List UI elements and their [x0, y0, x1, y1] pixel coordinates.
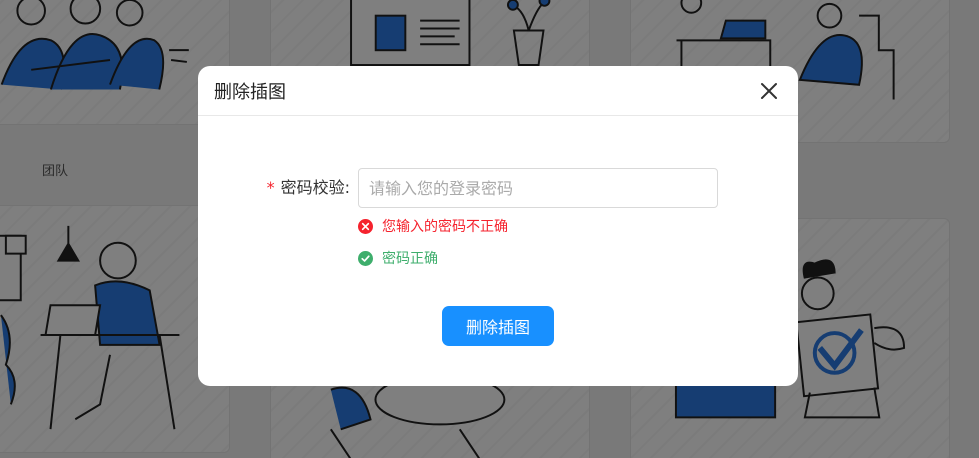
required-mark: *: [266, 178, 275, 197]
error-circle-icon: [358, 218, 373, 234]
success-message-text: 密码正确: [382, 251, 438, 267]
close-button[interactable]: [758, 80, 780, 102]
password-form-row: * 密码校验:: [198, 168, 798, 208]
success-message: 密码正确: [358, 248, 438, 268]
dialog-header: 删除插图: [198, 66, 798, 116]
delete-illustration-dialog: 删除插图 * 密码校验: 您输入的密码不正确 密码正确 删除插图: [198, 66, 798, 386]
close-icon: [761, 83, 777, 99]
dialog-title: 删除插图: [214, 81, 286, 103]
error-message-text: 您输入的密码不正确: [382, 219, 508, 235]
delete-illustration-button[interactable]: 删除插图: [442, 306, 554, 346]
password-input[interactable]: [358, 168, 718, 208]
error-message: 您输入的密码不正确: [358, 216, 508, 236]
password-label-text: 密码校验:: [280, 178, 350, 197]
password-label: * 密码校验:: [267, 168, 350, 208]
check-circle-icon: [358, 250, 373, 266]
